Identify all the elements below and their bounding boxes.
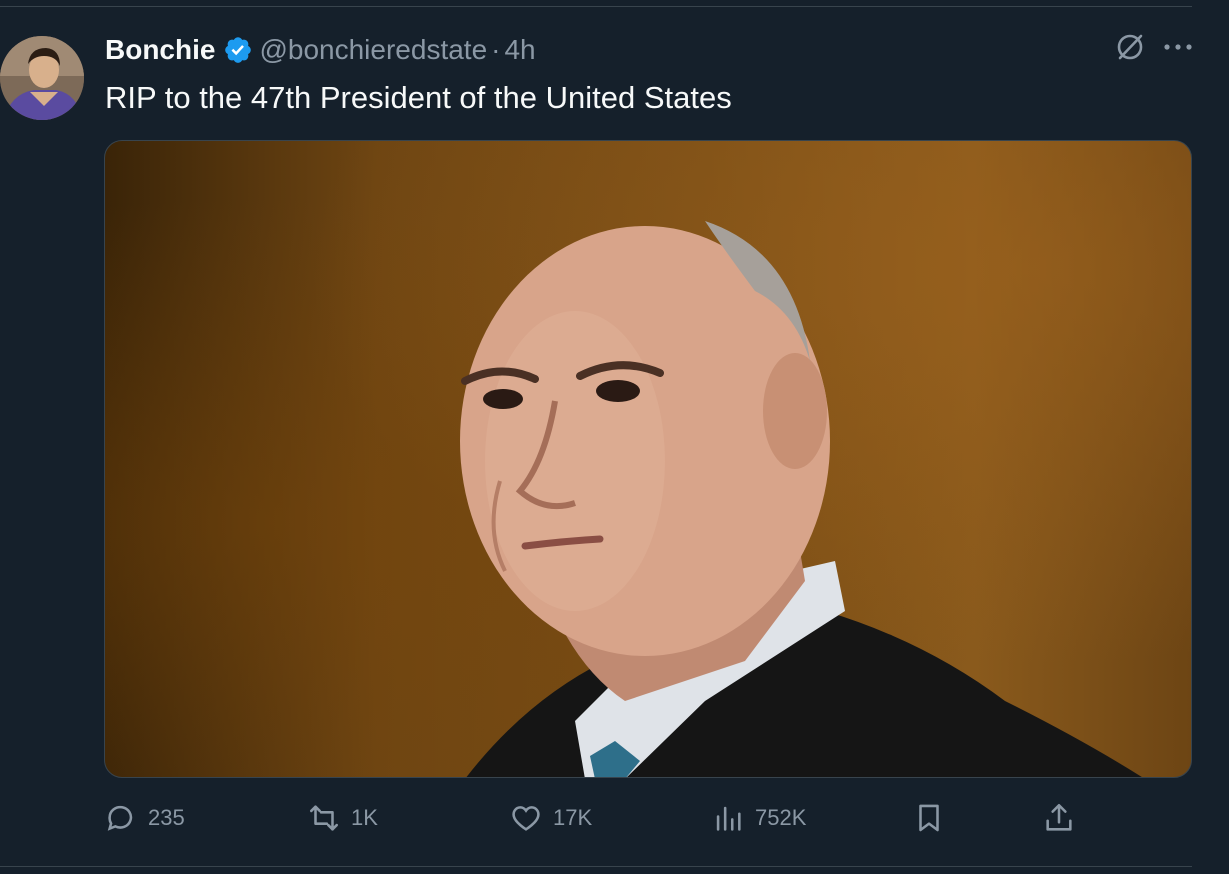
reply-button[interactable]: 235 [104, 800, 185, 836]
views-icon [716, 806, 741, 831]
grok-icon[interactable] [1115, 32, 1145, 62]
bottom-divider [0, 866, 1192, 867]
avatar[interactable] [0, 36, 84, 120]
bookmark-button[interactable] [912, 800, 956, 836]
repost-count: 1K [351, 805, 378, 830]
bookmark-icon [919, 804, 939, 832]
share-icon [1046, 803, 1072, 831]
like-icon [512, 806, 540, 831]
tweet-action-bar: 235 1K 17K 752K [104, 800, 1072, 836]
author-handle[interactable]: @bonchieredstate [259, 34, 487, 66]
reply-icon [107, 805, 133, 831]
header-actions [1115, 32, 1193, 62]
reply-count: 235 [148, 805, 185, 830]
like-button[interactable]: 17K [509, 800, 592, 836]
repost-icon [309, 805, 339, 831]
verified-badge-icon[interactable] [223, 35, 253, 65]
repost-button[interactable]: 1K [307, 800, 378, 836]
view-count: 752K [755, 805, 807, 830]
display-name[interactable]: Bonchie [105, 34, 215, 66]
share-button[interactable] [1042, 800, 1086, 836]
tweet-text: RIP to the 47th President of the United … [105, 80, 732, 115]
tweet-photo[interactable] [104, 140, 1192, 778]
tweet-header: Bonchie @bonchieredstate · 4h [105, 30, 536, 70]
tweet[interactable]: Bonchie @bonchieredstate · 4h RIP to the [0, 0, 1229, 874]
more-icon[interactable] [1163, 42, 1193, 52]
like-count: 17K [553, 805, 593, 830]
dot-separator: · [491, 34, 501, 65]
views-button[interactable]: 752K [711, 800, 806, 836]
timestamp[interactable]: 4h [504, 34, 535, 66]
